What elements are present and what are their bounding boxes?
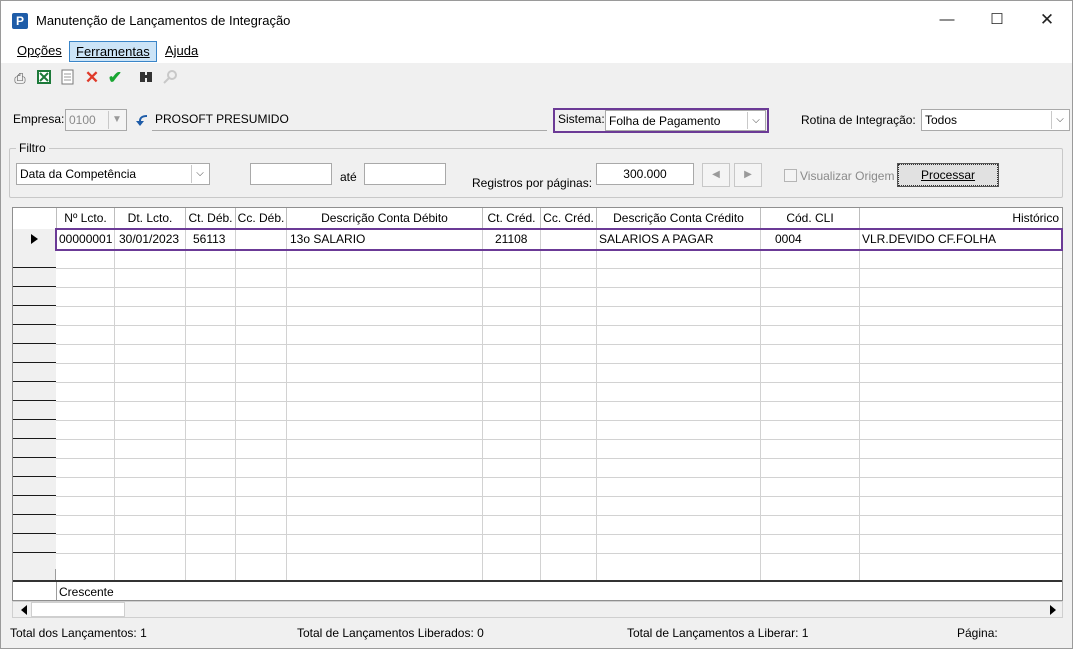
col-desc-credito[interactable]: Descrição Conta Crédito: [597, 208, 761, 229]
status-total: Total dos Lançamentos: 1: [10, 626, 147, 640]
row-header-lines: [13, 249, 56, 569]
empresa-code-select[interactable]: 0100 ▼: [65, 109, 127, 131]
sistema-select[interactable]: Folha de Pagamento ⌵: [605, 110, 766, 131]
registros-input[interactable]: 300.000: [596, 163, 694, 185]
empresa-name: PROSOFT PRESUMIDO: [152, 109, 547, 131]
row-header-corner: [13, 208, 57, 229]
col-nr-lcto[interactable]: Nº Lcto.: [57, 208, 115, 229]
selected-row-highlight: [55, 228, 1063, 251]
footer-ordem: Crescente: [59, 585, 114, 599]
filtro-tipo-select[interactable]: Data da Competência ⌵: [16, 163, 210, 185]
scroll-left-icon[interactable]: [21, 605, 27, 615]
chevron-down-icon: ▼: [108, 111, 125, 129]
status-pagina: Página:: [957, 626, 998, 640]
scroll-thumb[interactable]: [31, 602, 125, 617]
app-logo-icon: P: [12, 13, 28, 29]
rotina-value: Todos: [925, 113, 958, 127]
toolbar: ⎙ ✕ ✔: [1, 64, 1072, 92]
close-button[interactable]: ✕: [1022, 1, 1072, 39]
horizontal-scrollbar[interactable]: [12, 601, 1063, 618]
chevron-down-icon: ⌵: [747, 112, 764, 129]
col-cod-cli[interactable]: Cód. CLI: [761, 208, 860, 229]
ate-label: até: [340, 170, 357, 184]
processar-button[interactable]: Processar: [897, 163, 999, 187]
col-historico[interactable]: Histórico: [860, 208, 1062, 229]
col-cc-cred[interactable]: Cc. Créd.: [541, 208, 597, 229]
chevron-down-icon: ⌵: [1051, 111, 1068, 129]
col-dt-lcto[interactable]: Dt. Lcto.: [115, 208, 186, 229]
col-ct-deb[interactable]: Ct. Déb.: [186, 208, 236, 229]
window-title: Manutenção de Lançamentos de Integração: [36, 13, 291, 28]
sistema-value: Folha de Pagamento: [609, 114, 721, 128]
grid-header: Nº Lcto. Dt. Lcto. Ct. Déb. Cc. Déb. Des…: [13, 208, 1062, 229]
filtro-title: Filtro: [16, 141, 49, 155]
data-inicio-input[interactable]: [250, 163, 332, 185]
current-row-arrow-icon: [31, 234, 38, 244]
empresa-code-value: 0100: [69, 113, 96, 127]
chevron-down-icon: ⌵: [191, 165, 208, 183]
binoculars-icon[interactable]: [137, 69, 155, 87]
previous-page-icon[interactable]: ◀: [702, 163, 730, 187]
undo-arrow-icon[interactable]: [133, 111, 153, 129]
lancamentos-grid[interactable]: Nº Lcto. Dt. Lcto. Ct. Déb. Cc. Déb. Des…: [12, 207, 1063, 601]
visualizar-origem-label: Visualizar Origem: [800, 169, 895, 183]
col-ct-cred[interactable]: Ct. Créd.: [483, 208, 541, 229]
visualizar-origem-checkbox[interactable]: [784, 169, 797, 182]
sistema-label: Sistema:: [558, 112, 605, 126]
magnifier-icon[interactable]: [161, 69, 179, 87]
confirm-check-icon[interactable]: ✔: [106, 69, 124, 87]
title-bar: P Manutenção de Lançamentos de Integraçã…: [1, 1, 1072, 39]
menu-ajuda[interactable]: Ajuda: [159, 41, 204, 62]
menu-opcoes[interactable]: Opções: [11, 41, 68, 62]
filtro-tipo-value: Data da Competência: [20, 167, 137, 181]
maximize-button[interactable]: ☐: [972, 1, 1022, 39]
window: P Manutenção de Lançamentos de Integraçã…: [0, 0, 1073, 649]
menu-bar: Opções Ferramentas Ajuda: [1, 39, 1072, 63]
status-a-liberar: Total de Lançamentos a Liberar: 1: [627, 626, 809, 640]
empresa-label: Empresa:: [13, 112, 65, 126]
document-icon[interactable]: [59, 69, 77, 87]
status-liberados: Total de Lançamentos Liberados: 0: [297, 626, 484, 640]
registros-label: Registros por páginas:: [472, 176, 593, 190]
rotina-label: Rotina de Integração:: [801, 113, 916, 127]
col-desc-debito[interactable]: Descrição Conta Débito: [287, 208, 483, 229]
col-cc-deb[interactable]: Cc. Déb.: [236, 208, 287, 229]
minimize-button[interactable]: —: [922, 1, 972, 39]
menu-ferramentas[interactable]: Ferramentas: [69, 41, 157, 62]
excel-icon[interactable]: [35, 69, 53, 87]
rotina-select[interactable]: Todos ⌵: [921, 109, 1070, 131]
printer-icon[interactable]: ⎙: [11, 69, 29, 87]
scroll-right-icon[interactable]: [1050, 605, 1056, 615]
data-fim-input[interactable]: [364, 163, 446, 185]
delete-x-icon[interactable]: ✕: [83, 69, 101, 87]
processar-label: Processar: [898, 164, 999, 186]
next-page-icon[interactable]: ▶: [734, 163, 762, 187]
